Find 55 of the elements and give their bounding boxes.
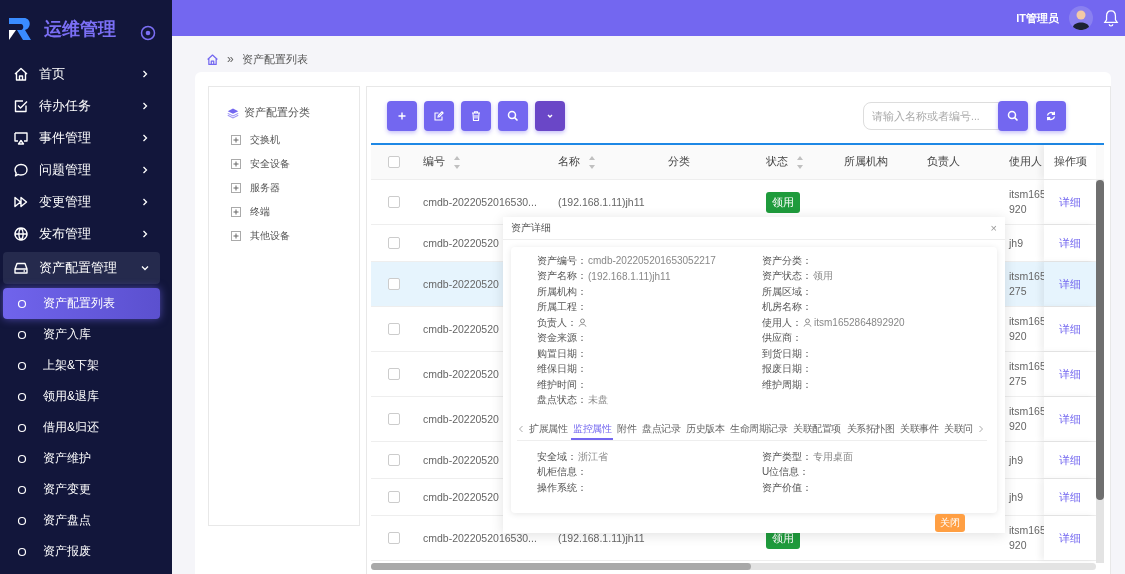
table-cell: (192.168.1.11)jh11 [558, 196, 645, 208]
detail-field: 到货日期： [762, 346, 812, 362]
table-cell: cmdb-20220520 [423, 368, 499, 380]
detail-field: 供应商： [762, 330, 802, 346]
column-header: 负责人 [927, 155, 960, 169]
detail-field: 所属工程： [537, 299, 587, 315]
detail-field: 资产编号：cmdb-202205201653052217 [537, 253, 716, 269]
table-cell: itsm165 275 [1009, 269, 1046, 299]
detail-field: 资产类型：专用桌面 [762, 449, 853, 465]
table-cell: itsm165 920 [1009, 523, 1046, 553]
detail-field: 所属区域： [762, 284, 812, 300]
column-header: 操作项 [1054, 155, 1087, 169]
detail-field: 维护周期： [762, 377, 812, 393]
table-cell: itsm165 920 [1009, 314, 1046, 344]
detail-field: 机房名称： [762, 299, 812, 315]
column-header: 使用人 [1009, 155, 1042, 169]
detail-field: U位信息： [762, 464, 810, 480]
table-cell: jh9 [1009, 489, 1023, 505]
table-cell: (192.168.1.11)jh11 [558, 532, 645, 544]
column-header: 所属机构 [844, 155, 888, 169]
table-cell: cmdb-2022052016530... [423, 196, 537, 208]
detail-field: 机柜信息： [537, 464, 587, 480]
detail-field: 所属机构： [537, 284, 587, 300]
table-cell: cmdb-20220520 [423, 237, 499, 249]
table-cell: cmdb-20220520 [423, 491, 499, 503]
detail-field: 使用人： itsm1652864892920 [762, 315, 905, 331]
app-title: 运维管理 [44, 18, 116, 41]
detail-field: 资产状态：领用 [762, 268, 833, 284]
detail-field: 报废日期： [762, 361, 812, 377]
table-cell: itsm165 920 [1009, 187, 1046, 217]
detail-field: 资金来源： [537, 330, 587, 346]
breadcrumb-separator: » [227, 52, 234, 66]
detail-field: 资产价值： [762, 480, 812, 496]
table-cell: cmdb-20220520 [423, 413, 499, 425]
table-cell: jh9 [1009, 452, 1023, 468]
table-cell: cmdb-20220520 [423, 454, 499, 466]
table-cell: itsm165 275 [1009, 359, 1046, 389]
table-cell: cmdb-20220520 [423, 323, 499, 335]
table-cell: cmdb-2022052016530... [423, 532, 537, 544]
detail-field: 盘点状态：未盘 [537, 392, 608, 408]
detail-field: 操作系统： [537, 480, 587, 496]
user-name: IT管理员 [1016, 10, 1059, 26]
detail-field: 购置日期： [537, 346, 587, 362]
table-cell: cmdb-20220520 [423, 278, 499, 290]
table-cell: jh9 [1009, 235, 1023, 251]
status-badge: 领用 [766, 191, 800, 213]
table-cell: itsm165 920 [1009, 404, 1046, 434]
panel-title: 资产配置分类 [244, 105, 310, 120]
detail-field: 负责人： [537, 315, 588, 331]
detail-field: 安全域：浙江省 [537, 449, 608, 465]
detail-field: 维护时间： [537, 377, 587, 393]
column-header: 分类 [668, 155, 690, 169]
detail-field: 资产分类： [762, 253, 812, 269]
detail-field: 维保日期： [537, 361, 587, 377]
detail-field: 资产名称：(192.168.1.11)jh11 [537, 268, 671, 284]
